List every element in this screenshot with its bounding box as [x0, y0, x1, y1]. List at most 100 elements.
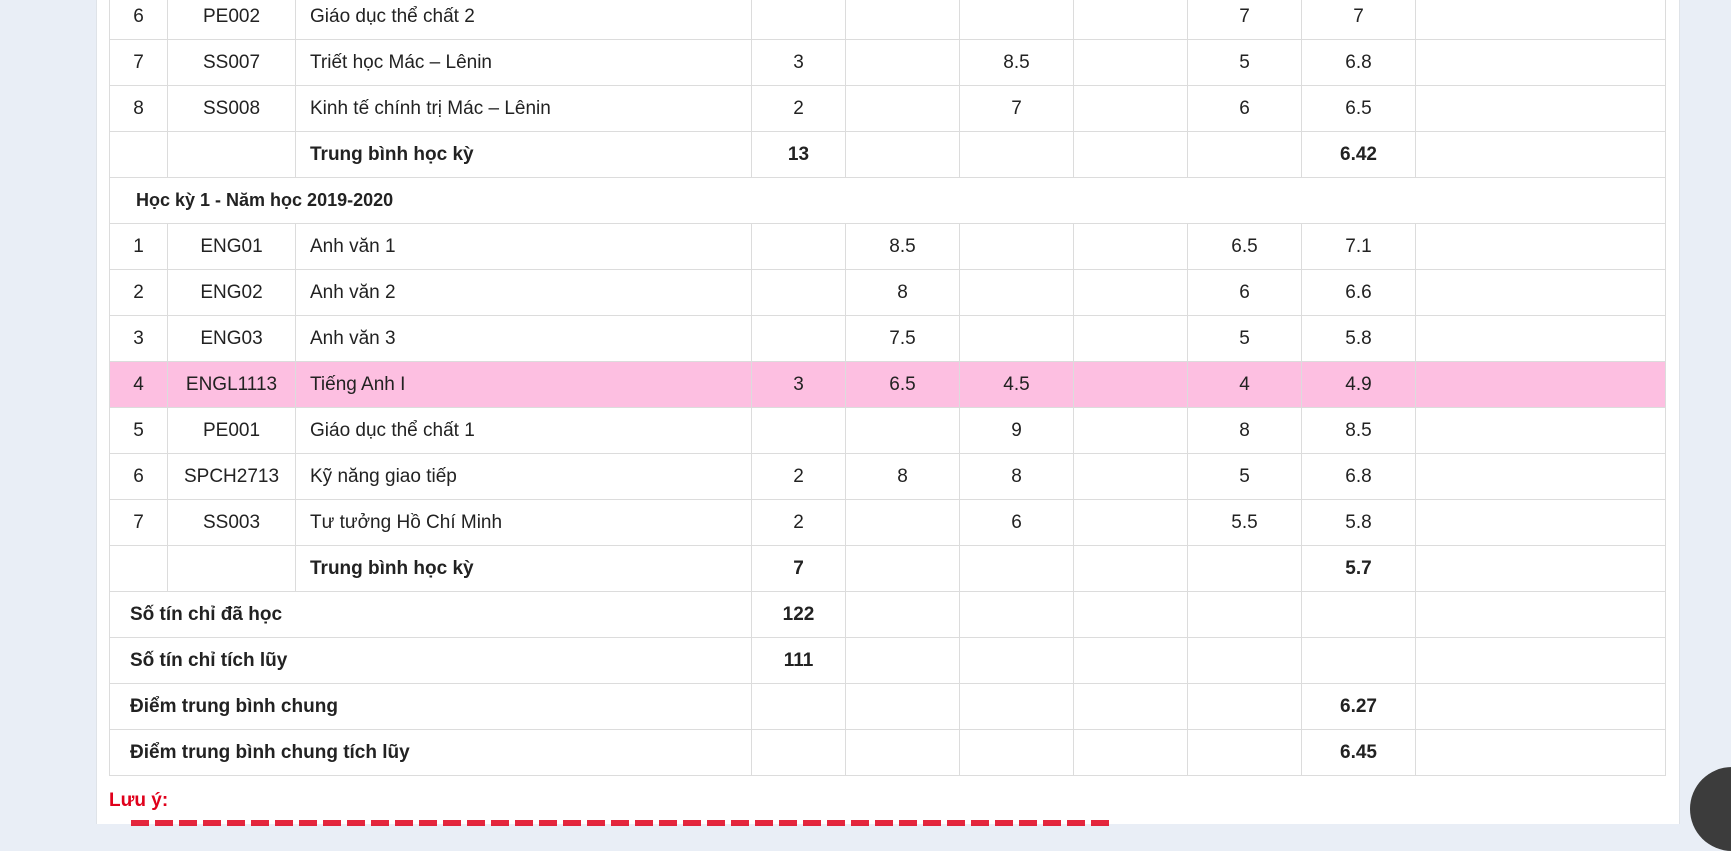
total-score: 5.8: [1301, 315, 1416, 362]
score-cell: [845, 85, 960, 132]
score-cell: 8: [845, 453, 960, 500]
credits-accumulated-row-value: [1301, 637, 1416, 684]
course-code: ENG03: [167, 315, 296, 362]
score-cell: [845, 499, 960, 546]
total-score: 8.5: [1301, 407, 1416, 454]
course-credits: [751, 407, 846, 454]
empty-cell: [959, 545, 1074, 592]
gpa-cumulative-row: Điểm trung bình chung tích lũy 6.45: [109, 729, 1666, 776]
empty-cell: [845, 729, 960, 776]
semester-credits: 7: [751, 545, 846, 592]
score-cell: [1073, 499, 1188, 546]
table-row: 1 ENG01 Anh văn 1 8.5 6.5 7.1: [109, 223, 1666, 270]
extra-cell: [1415, 453, 1666, 500]
credits-accumulated-row: Số tín chỉ tích lũy 111: [109, 637, 1666, 684]
gpa-row-label: Điểm trung bình chung: [109, 683, 752, 730]
table-row: 7 SS003 Tư tưởng Hồ Chí Minh 2 6 5.5 5.8: [109, 499, 1666, 546]
empty-cell: [1187, 545, 1302, 592]
semester-average: 5.7: [1301, 545, 1416, 592]
exam-score: 6: [1187, 269, 1302, 316]
course-credits: 2: [751, 453, 846, 500]
table-row: 6 PE002 Giáo dục thể chất 2 77: [109, 0, 1666, 40]
empty-cell: [1415, 729, 1666, 776]
empty-cell: [167, 131, 296, 178]
extra-cell: [1415, 223, 1666, 270]
empty-cell: [1073, 637, 1188, 684]
table-row: 3 ENG03 Anh văn 3 7.5 5 5.8: [109, 315, 1666, 362]
score-cell: [959, 0, 1074, 40]
course-credits: [751, 315, 846, 362]
exam-score: 5: [1187, 39, 1302, 86]
score-cell: 8.5: [959, 39, 1074, 86]
course-code: ENGL1113: [167, 361, 296, 408]
empty-cell: [1073, 729, 1188, 776]
semester-summary-row: Trung bình học kỳ 13 6.42: [109, 131, 1666, 178]
scroll-top-icon[interactable]: [1690, 767, 1731, 851]
empty-cell: [959, 591, 1074, 638]
table-row: 6 SPCH2713 Kỹ năng giao tiếp 2 8 8 5 6.8: [109, 453, 1666, 500]
gpa-cumulative-row-value: 6.45: [1301, 729, 1416, 776]
score-cell: [845, 407, 960, 454]
course-code: SS007: [167, 39, 296, 86]
empty-cell: [845, 683, 960, 730]
extra-cell: [1415, 39, 1666, 86]
score-cell: [1073, 0, 1188, 40]
row-index: 4: [109, 361, 168, 408]
exam-score: 7: [1187, 0, 1302, 40]
row-index: 8: [109, 85, 168, 132]
gpa-cumulative-row-credits: [751, 729, 846, 776]
semester-average: 6.42: [1301, 131, 1416, 178]
exam-score: 6.5: [1187, 223, 1302, 270]
row-index: 7: [109, 499, 168, 546]
score-cell: [959, 315, 1074, 362]
course-code: SS003: [167, 499, 296, 546]
credits-accumulated-row-label: Số tín chỉ tích lũy: [109, 637, 752, 684]
total-score: 6.6: [1301, 269, 1416, 316]
score-cell: 8.5: [845, 223, 960, 270]
score-cell: 7: [959, 85, 1074, 132]
credits-studied-row: Số tín chỉ đã học 122: [109, 591, 1666, 638]
grades-page: 6 PE002 Giáo dục thể chất 2 7 7 7 SS007 Triết h…: [96, 0, 1680, 826]
score-cell: [845, 39, 960, 86]
empty-cell: [1073, 545, 1188, 592]
course-credits: [751, 0, 846, 40]
score-cell: 6.5: [845, 361, 960, 408]
total-score: 4.9: [1301, 361, 1416, 408]
total-score: 6.8: [1301, 453, 1416, 500]
credits-studied-row-credits: 122: [751, 591, 846, 638]
empty-cell: [1187, 683, 1302, 730]
row-index: 2: [109, 269, 168, 316]
course-code: PE002: [167, 0, 296, 40]
score-cell: [959, 223, 1074, 270]
row-index: 7: [109, 39, 168, 86]
total-score: 5.8: [1301, 499, 1416, 546]
course-code: SPCH2713: [167, 453, 296, 500]
course-code: ENG01: [167, 223, 296, 270]
empty-cell: [1073, 591, 1188, 638]
total-score: 7: [1301, 0, 1416, 40]
empty-cell: [1187, 637, 1302, 684]
course-name: Anh văn 2: [295, 269, 752, 316]
note-label: Lưu ý:: [109, 790, 169, 811]
course-credits: 3: [751, 39, 846, 86]
semester-average-label: Trung bình học kỳ: [295, 131, 752, 178]
score-cell: 8: [959, 453, 1074, 500]
note-text-line: [131, 814, 1111, 826]
empty-cell: [1187, 591, 1302, 638]
gpa-row-credits: [751, 683, 846, 730]
exam-score: 6: [1187, 85, 1302, 132]
table-row: 5 PE001 Giáo dục thể chất 1 9 8 8.5: [109, 407, 1666, 454]
extra-cell: [1415, 85, 1666, 132]
course-credits: 2: [751, 85, 846, 132]
empty-cell: [1415, 637, 1666, 684]
grades-table: 6 PE002 Giáo dục thể chất 2 7 7 7 SS007 Triết h…: [109, 0, 1666, 776]
extra-cell: [1415, 499, 1666, 546]
score-cell: 4.5: [959, 361, 1074, 408]
score-cell: [1073, 453, 1188, 500]
score-cell: [1073, 361, 1188, 408]
course-code: SS008: [167, 85, 296, 132]
empty-cell: [959, 131, 1074, 178]
course-name: Anh văn 3: [295, 315, 752, 362]
gpa-row: Điểm trung bình chung 6.27: [109, 683, 1666, 730]
empty-cell: [1073, 131, 1188, 178]
